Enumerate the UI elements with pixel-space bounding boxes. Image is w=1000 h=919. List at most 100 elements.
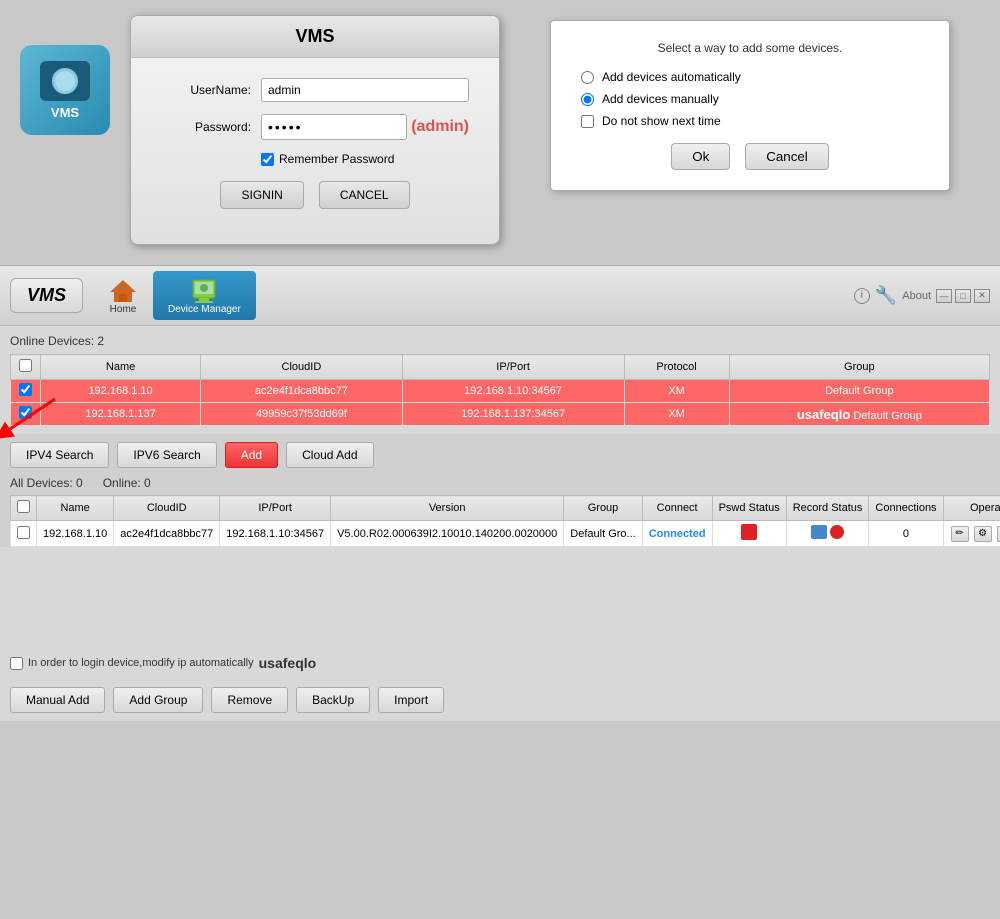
device-version: V5.00.R02.000639I2.10010.140200.0020000 (331, 521, 564, 547)
vms-app-icon: VMS (20, 45, 110, 135)
login-title: VMS (131, 16, 499, 58)
window-controls: — □ ✕ (936, 289, 990, 303)
password-hint: (admin) (411, 118, 469, 136)
add-auto-label: Add devices automatically (602, 70, 741, 84)
row-name: 192.168.1.10 (41, 380, 201, 403)
username-row: UserName: (161, 78, 469, 102)
info-icon[interactable]: i (854, 288, 870, 304)
table-row[interactable]: 192.168.1.10 ac2e4f1dca8bbc77 192.168.1.… (11, 380, 990, 403)
col-operation: Operation (943, 496, 1000, 521)
all-devices-header: All Devices: 0 Online: 0 (10, 476, 990, 490)
device-checkbox-1[interactable] (17, 526, 30, 539)
about-label: About (902, 290, 931, 302)
row-name: 192.168.1.137 (41, 403, 201, 426)
table-row[interactable]: 192.168.1.137 49959c37f53dd69f 192.168.1… (11, 403, 990, 426)
col-cloudid: CloudID (114, 496, 220, 521)
online-table-wrapper: Name CloudID IP/Port Protocol Group 192.… (10, 354, 990, 426)
row-protocol: XM (624, 403, 729, 426)
col-record-status: Record Status (786, 496, 869, 521)
select-all-online[interactable] (19, 359, 32, 372)
row-ipport: 192.168.1.137:34567 (402, 403, 624, 426)
home-icon (108, 276, 138, 304)
minimize-btn[interactable]: — (936, 289, 952, 303)
add-manual-radio[interactable] (581, 93, 594, 106)
footer-checkbox[interactable] (10, 657, 23, 670)
col-cloudid: CloudID (201, 355, 403, 380)
vms-logo[interactable]: VMS (10, 278, 83, 313)
all-devices-table: Name CloudID IP/Port Version Group Conne… (10, 495, 1000, 547)
do-not-show-option[interactable]: Do not show next time (581, 114, 919, 128)
online-devices-section: Online Devices: 2 Name (0, 326, 1000, 434)
device-row-check (11, 521, 37, 547)
close-btn[interactable]: ✕ (974, 289, 990, 303)
do-not-show-checkbox[interactable] (581, 115, 594, 128)
pswd-status-icon (741, 524, 757, 540)
record-video-icon (811, 525, 827, 539)
cancel2-button[interactable]: Cancel (745, 143, 829, 170)
col-connections: Connections (869, 496, 943, 521)
password-dots[interactable]: ••••• (261, 114, 407, 140)
footer-text: In order to login device,modify ip autom… (28, 657, 254, 669)
add-device-dialog: Select a way to add some devices. Add de… (550, 20, 950, 191)
row-group: Default Group (729, 380, 989, 403)
select-all-devices[interactable] (17, 500, 30, 513)
remember-row: Remember Password (261, 152, 469, 166)
col-name: Name (37, 496, 114, 521)
add-auto-option[interactable]: Add devices automatically (581, 70, 919, 84)
row-cloudid: 49959c37f53dd69f (201, 403, 403, 426)
op-config-btn[interactable]: ⚙ (974, 526, 992, 542)
device-connect: Connected (642, 521, 712, 547)
manual-add-btn[interactable]: Manual Add (10, 687, 105, 713)
add-btn[interactable]: Add (225, 442, 278, 468)
all-devices-row[interactable]: 192.168.1.10 ac2e4f1dca8bbc77 192.168.1.… (11, 521, 1000, 547)
online-count: Online: 0 (103, 476, 151, 490)
ipv4-search-btn[interactable]: IPV4 Search (10, 442, 109, 468)
home-nav-btn[interactable]: Home (93, 271, 153, 320)
add-auto-radio[interactable] (581, 71, 594, 84)
row-checkbox-2[interactable] (19, 406, 32, 419)
footer-area: In order to login device,modify ip autom… (0, 647, 1000, 679)
all-devices-section: All Devices: 0 Online: 0 Name CloudID IP… (0, 476, 1000, 547)
row-cloudid: ac2e4f1dca8bbc77 (201, 380, 403, 403)
ipv6-search-btn[interactable]: IPV6 Search (117, 442, 216, 468)
main-app: VMS Home Device Manager i (0, 265, 1000, 721)
col-check (11, 355, 41, 380)
ok-button[interactable]: Ok (671, 143, 730, 170)
col-pswd-status: Pswd Status (712, 496, 786, 521)
device-manager-nav-btn[interactable]: Device Manager (153, 271, 256, 320)
import-btn[interactable]: Import (378, 687, 444, 713)
col-name: Name (41, 355, 201, 380)
col-ipport: IP/Port (402, 355, 624, 380)
do-not-show-label: Do not show next time (602, 114, 721, 128)
username-label: UserName: (161, 83, 251, 97)
device-connections: 0 (869, 521, 943, 547)
username-input[interactable] (261, 78, 469, 102)
remember-checkbox[interactable] (261, 153, 274, 166)
row-ipport: 192.168.1.10:34567 (402, 380, 624, 403)
online-devices-header: Online Devices: 2 (10, 334, 990, 348)
cloud-add-btn[interactable]: Cloud Add (286, 442, 373, 468)
device-group: Default Gro... (564, 521, 642, 547)
vms-icon-label: VMS (51, 105, 79, 120)
maximize-btn[interactable]: □ (955, 289, 971, 303)
bottom-action-bar: Manual Add Add Group Remove BackUp Impor… (0, 679, 1000, 721)
add-group-btn[interactable]: Add Group (113, 687, 203, 713)
remove-btn[interactable]: Remove (211, 687, 288, 713)
footer-brand: usafeqlo (259, 655, 317, 671)
col-version: Version (331, 496, 564, 521)
col-connect: Connect (642, 496, 712, 521)
all-devices-count: All Devices: 0 (10, 476, 83, 490)
home-label: Home (110, 304, 137, 315)
cancel-button[interactable]: CANCEL (319, 181, 410, 209)
add-manual-option[interactable]: Add devices manually (581, 92, 919, 106)
backup-btn[interactable]: BackUp (296, 687, 370, 713)
camera-icon (40, 61, 90, 101)
add-manual-label: Add devices manually (602, 92, 719, 106)
col-group: Group (729, 355, 989, 380)
nav-right: i 🔧 About — □ ✕ (854, 285, 990, 306)
wrench-icon: 🔧 (875, 285, 897, 306)
signin-button[interactable]: SIGNIN (220, 181, 303, 209)
row-checkbox-1[interactable] (19, 383, 32, 396)
add-device-title: Select a way to add some devices. (581, 41, 919, 55)
op-edit-btn[interactable]: ✏ (951, 526, 969, 542)
